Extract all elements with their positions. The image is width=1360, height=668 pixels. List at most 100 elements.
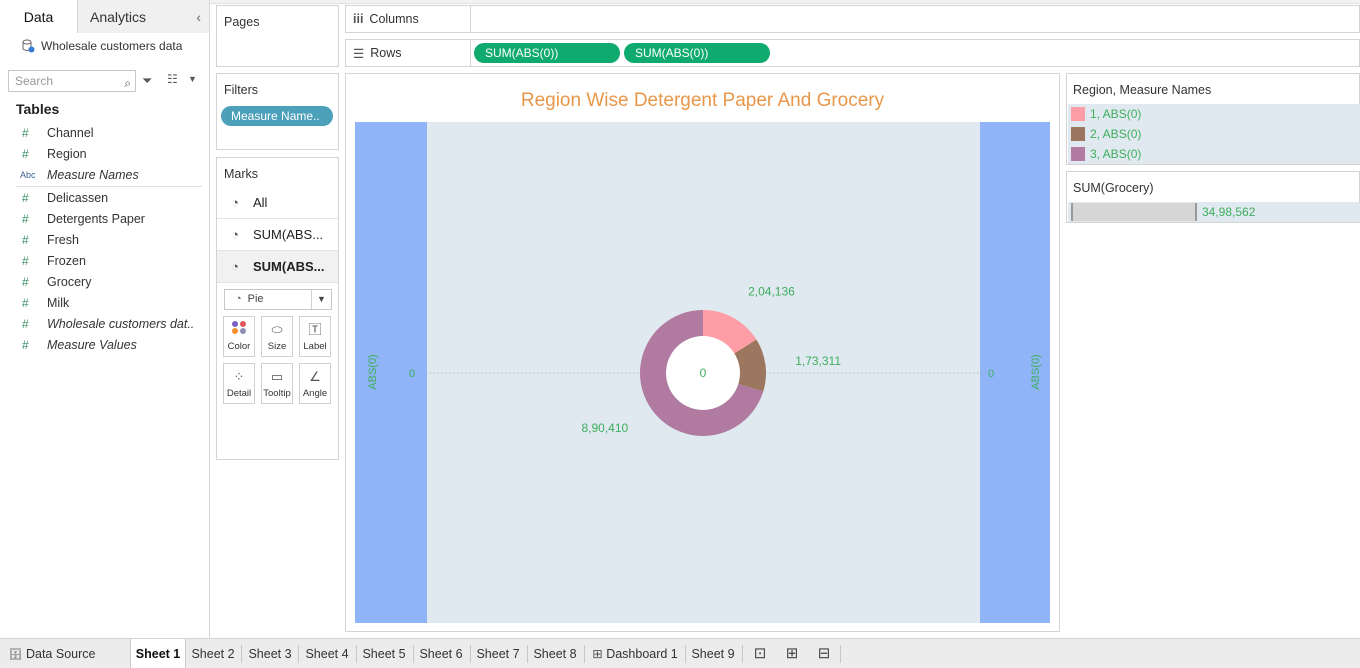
color-icon xyxy=(224,317,254,341)
number-type-icon: # xyxy=(22,125,29,140)
database-icon: 🗄 xyxy=(8,649,23,661)
sheet-tab-1[interactable]: Sheet 1 xyxy=(130,639,186,668)
field-item[interactable]: # Region xyxy=(0,143,204,164)
marks-row-sum-2[interactable]: ◔ SUM(ABS... xyxy=(217,251,338,283)
number-type-icon: # xyxy=(22,211,29,226)
columns-shelf[interactable]: iii Columns xyxy=(345,5,1360,33)
sheet-tab-6[interactable]: Sheet 6 xyxy=(415,639,467,668)
list-view-icon[interactable]: ☷ xyxy=(167,72,178,86)
sheet-tab-7[interactable]: Sheet 7 xyxy=(472,639,524,668)
field-item[interactable]: # Detergents Paper xyxy=(0,208,204,229)
sheet-tab-4[interactable]: Sheet 4 xyxy=(301,639,353,668)
data-source-label: Data Source xyxy=(25,647,96,661)
tooltip-label: Tooltip xyxy=(263,388,291,399)
slice-data-label: 1,73,311 xyxy=(795,354,841,368)
new-story-icon[interactable]: ⊟ xyxy=(810,639,838,668)
pages-title: Pages xyxy=(224,15,260,29)
datasource-row[interactable]: Wholesale customers data xyxy=(22,38,182,54)
field-label: Measure Values xyxy=(47,337,137,352)
size-icon: ⬭ xyxy=(271,322,283,337)
size-button[interactable]: ⬭ Size xyxy=(261,316,293,357)
number-type-icon: # xyxy=(22,190,29,205)
legend-item-label: 2, ABS(0) xyxy=(1090,127,1142,141)
left-axis-title: ABS(0) xyxy=(367,354,379,389)
legend-item[interactable]: 1, ABS(0) xyxy=(1068,104,1360,124)
rows-pill-2[interactable]: SUM(ABS(0)) xyxy=(624,43,770,63)
field-item[interactable]: # Channel xyxy=(0,122,204,143)
field-label: Channel xyxy=(47,125,94,140)
legend-item[interactable]: 2, ABS(0) xyxy=(1068,124,1360,144)
field-item[interactable]: # Grocery xyxy=(0,271,204,292)
field-item[interactable]: # Wholesale customers dat.. xyxy=(0,313,204,334)
field-item[interactable]: # Measure Values xyxy=(0,334,204,355)
angle-button[interactable]: ∠ Angle xyxy=(299,363,331,404)
tab-analytics[interactable]: Analytics ‹ xyxy=(78,0,209,33)
tooltip-icon: ▭ xyxy=(270,369,284,384)
tables-heading: Tables xyxy=(16,101,60,117)
size-legend-title: SUM(Grocery) xyxy=(1073,181,1154,195)
field-item[interactable]: # Frozen xyxy=(0,250,204,271)
rows-shelf-label: ☰ Rows xyxy=(346,40,471,66)
tab-data[interactable]: Data xyxy=(0,0,78,33)
color-button[interactable]: Color xyxy=(223,316,255,357)
tab-divider xyxy=(685,645,686,663)
legend-item-label: 3, ABS(0) xyxy=(1090,147,1142,161)
columns-shelf-label: iii Columns xyxy=(346,6,471,32)
marks-row-all[interactable]: ◔ All xyxy=(217,187,338,219)
number-type-icon: # xyxy=(22,337,29,352)
data-source-tab[interactable]: 🗄 Data Source xyxy=(4,639,100,668)
search-placeholder: Search xyxy=(15,74,54,88)
color-legend-title: Region, Measure Names xyxy=(1073,83,1212,97)
sheet-tab-bar: 🗄 Data Source Sheet 1 Sheet 2 Sheet 3 Sh… xyxy=(0,638,1360,668)
collapse-chevron-icon[interactable]: ‹ xyxy=(196,0,201,34)
field-item[interactable]: # Milk xyxy=(0,292,204,313)
field-label: Delicassen xyxy=(47,190,109,205)
tab-divider xyxy=(241,645,242,663)
rows-pill-1[interactable]: SUM(ABS(0)) xyxy=(474,43,620,63)
pie-mark-icon: ◔ xyxy=(231,259,239,274)
size-label: Size xyxy=(267,341,287,352)
field-item[interactable]: Abc Measure Names xyxy=(0,164,204,185)
color-legend[interactable]: Region, Measure Names 1, ABS(0) 2, ABS(0… xyxy=(1066,73,1360,165)
right-axis-tick: 0 xyxy=(988,368,994,380)
field-item[interactable]: # Delicassen xyxy=(0,187,204,208)
label-icon: 🅃 xyxy=(308,322,322,337)
angle-label: Angle xyxy=(302,388,328,399)
filter-icon[interactable]: ⏷ xyxy=(142,73,152,89)
search-input[interactable]: Search ⌕ xyxy=(8,70,136,92)
number-type-icon: # xyxy=(22,316,29,331)
rows-label: Rows xyxy=(370,46,402,60)
columns-label: Columns xyxy=(369,12,419,26)
number-type-icon: # xyxy=(22,146,29,161)
dashboard-tab-label: Dashboard 1 xyxy=(606,647,678,661)
sheet-tab-2[interactable]: Sheet 2 xyxy=(187,639,239,668)
sheet-tab-3[interactable]: Sheet 3 xyxy=(244,639,296,668)
new-worksheet-icon[interactable]: ⊡ xyxy=(746,639,774,668)
legend-swatch xyxy=(1071,127,1085,141)
sheet-tab-5[interactable]: Sheet 5 xyxy=(358,639,410,668)
dashboard-tab-1[interactable]: ⊞ Dashboard 1 xyxy=(587,639,683,668)
label-button[interactable]: 🅃 Label xyxy=(299,316,331,357)
center-label: 0 xyxy=(700,366,707,380)
mark-type-value: Pie xyxy=(247,293,264,305)
filter-pill-measure-names[interactable]: Measure Name.. xyxy=(221,106,333,126)
tab-divider xyxy=(470,645,471,663)
detail-button[interactable]: ⁘ Detail xyxy=(223,363,255,404)
sheet-tab-8[interactable]: Sheet 8 xyxy=(529,639,581,668)
sheet-tab-9[interactable]: Sheet 9 xyxy=(687,639,739,668)
search-icon: ⌕ xyxy=(124,76,131,90)
mark-type-select[interactable]: ◔ Pie ▼ xyxy=(224,289,332,310)
new-dashboard-icon[interactable]: ⊞ xyxy=(778,639,806,668)
marks-row-label: SUM(ABS... xyxy=(253,227,324,242)
field-item[interactable]: # Fresh xyxy=(0,229,204,250)
legend-item[interactable]: 3, ABS(0) xyxy=(1068,144,1360,164)
worksheet-view[interactable]: Region Wise Detergent Paper And Grocery … xyxy=(345,73,1060,632)
marks-row-sum-1[interactable]: ◔ SUM(ABS... xyxy=(217,219,338,251)
tooltip-button[interactable]: ▭ Tooltip xyxy=(261,363,293,404)
columns-icon: iii xyxy=(353,12,364,26)
number-type-icon: # xyxy=(22,232,29,247)
marks-title: Marks xyxy=(224,167,259,181)
legend-item-label: 1, ABS(0) xyxy=(1090,107,1142,121)
chevron-down-icon[interactable]: ▼ xyxy=(188,74,197,84)
size-legend[interactable]: SUM(Grocery) 34,98,562 xyxy=(1066,171,1360,223)
